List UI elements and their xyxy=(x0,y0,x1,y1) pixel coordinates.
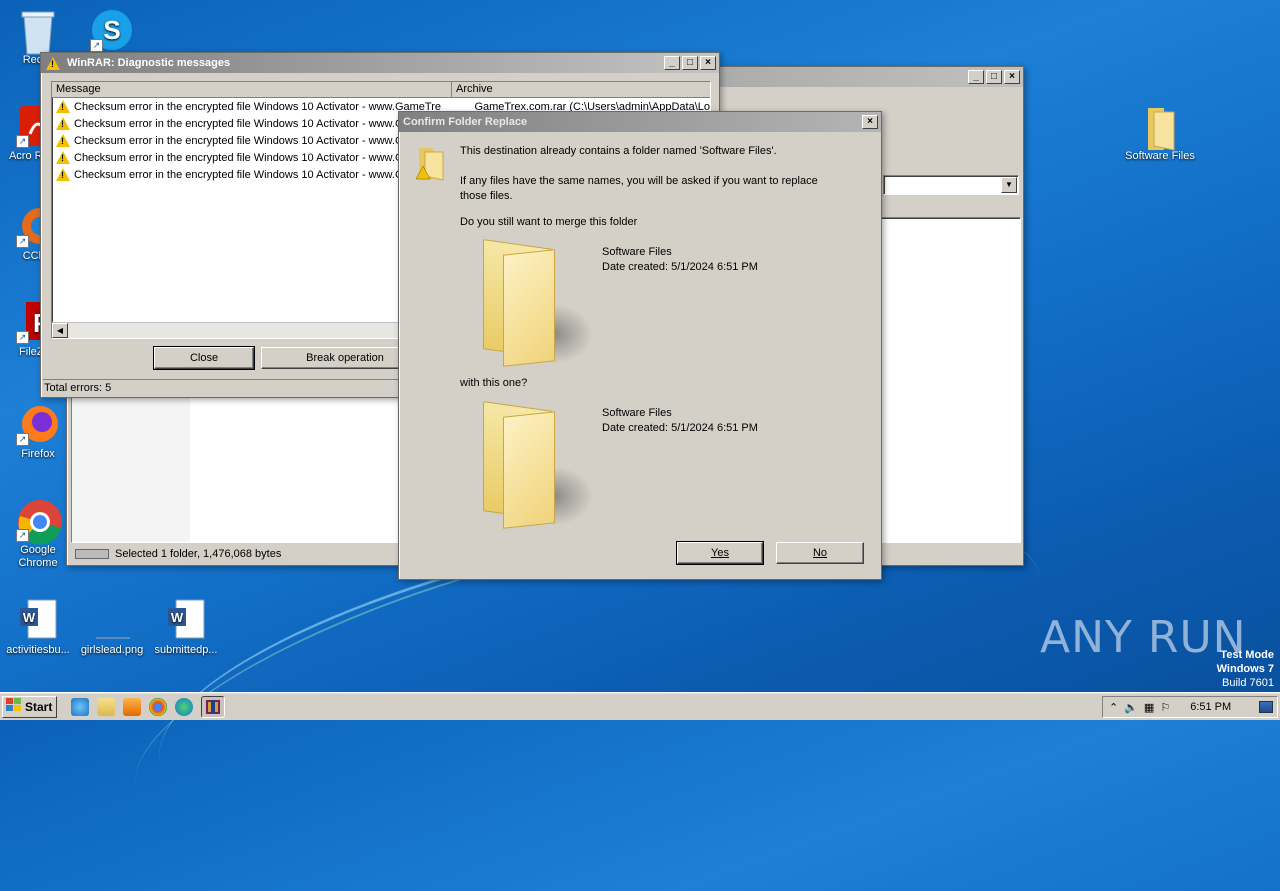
folder-warning-icon xyxy=(413,144,449,184)
test-mode-line: Test Mode xyxy=(1220,649,1274,661)
edge-icon[interactable] xyxy=(175,697,194,716)
test-mode-line: Windows 7 xyxy=(1216,663,1274,675)
drive-icon xyxy=(75,549,109,559)
close-button[interactable]: × xyxy=(1004,70,1020,84)
start-button[interactable]: Start xyxy=(2,695,58,718)
warning-icon xyxy=(56,151,70,164)
warning-icon xyxy=(56,134,70,147)
desktop-icon-chrome[interactable]: ↗ Google Chrome xyxy=(0,498,76,570)
recycle-bin-icon xyxy=(16,8,60,55)
desktop-icon-label: submittedp... xyxy=(154,644,218,656)
no-button[interactable]: No xyxy=(776,542,864,564)
message-line: If any files have the same names, you wi… xyxy=(460,175,818,187)
dialog-title: Confirm Folder Replace xyxy=(403,116,528,128)
window-title: WinRAR: Diagnostic messages xyxy=(67,57,231,69)
firefox-icon: ↗ xyxy=(16,402,60,446)
anyrun-watermark: ANY RUN xyxy=(1040,612,1247,663)
address-combobox[interactable]: ▼ xyxy=(883,175,1019,195)
clock[interactable]: 6:51 PM xyxy=(1190,701,1231,713)
svg-text:W: W xyxy=(23,610,36,625)
message-text: Checksum error in the encrypted file Win… xyxy=(74,100,442,113)
incoming-folder-name: Software Files xyxy=(602,407,672,419)
media-player-icon[interactable] xyxy=(123,697,142,716)
chrome-icon: ↗ xyxy=(16,498,62,545)
desktop-icon-label: girlslead.png xyxy=(80,644,144,656)
diagnostic-titlebar[interactable]: WinRAR: Diagnostic messages _ □ × xyxy=(41,53,719,73)
word-document-icon: W xyxy=(16,598,60,642)
chrome-icon[interactable] xyxy=(149,697,168,716)
with-label: with this one? xyxy=(460,377,528,389)
winrar-taskbar-button[interactable] xyxy=(201,695,226,718)
test-mode-line: Build 7601 xyxy=(1222,677,1274,689)
warning-icon xyxy=(56,168,70,181)
maximize-button[interactable]: □ xyxy=(682,56,698,70)
desktop-icon-label: activitiesbu... xyxy=(6,644,70,656)
existing-folder-date: Date created: 5/1/2024 6:51 PM xyxy=(602,261,758,273)
incoming-folder-date: Date created: 5/1/2024 6:51 PM xyxy=(602,422,758,434)
word-document-icon: W xyxy=(164,598,208,642)
existing-folder-name: Software Files xyxy=(602,246,672,258)
desktop-icon-label: Google Chrome xyxy=(18,544,58,569)
dialog-titlebar[interactable]: Confirm Folder Replace × xyxy=(399,112,881,132)
list-header: Message Archive xyxy=(52,82,710,98)
warning-icon xyxy=(56,100,70,113)
window-controls: _ □ × xyxy=(968,70,1020,84)
folder-icon xyxy=(1138,104,1182,151)
message-text: Checksum error in the encrypted file Win… xyxy=(74,168,404,181)
svg-text:S: S xyxy=(103,15,120,45)
message-text: Checksum error in the encrypted file Win… xyxy=(74,134,404,147)
message-text: Checksum error in the encrypted file Win… xyxy=(74,117,404,130)
close-dialog-button[interactable]: Close xyxy=(153,346,255,370)
network-icon[interactable]: ▦ xyxy=(1144,701,1154,714)
folder-icon xyxy=(483,239,593,367)
svg-text:W: W xyxy=(171,610,184,625)
show-hidden-icons-icon[interactable]: ⌃ xyxy=(1109,701,1118,714)
confirm-folder-replace-dialog: Confirm Folder Replace × This destinatio… xyxy=(398,111,882,580)
chevron-down-icon[interactable]: ▼ xyxy=(1001,177,1017,193)
speaker-icon[interactable]: 🔈 xyxy=(1124,701,1138,714)
image-file-icon xyxy=(90,598,134,642)
window-controls: × xyxy=(862,115,878,129)
show-desktop-button[interactable] xyxy=(1259,701,1273,713)
scroll-left-icon[interactable]: ◀ xyxy=(52,323,68,338)
action-center-flag-icon[interactable]: ⚐ xyxy=(1160,701,1170,714)
message-line: Do you still want to merge this folder xyxy=(460,216,638,228)
internet-explorer-icon[interactable] xyxy=(71,697,90,716)
window-controls: _ □ × xyxy=(664,56,716,70)
message-line: This destination already contains a fold… xyxy=(460,145,777,157)
message-text: Checksum error in the encrypted file Win… xyxy=(74,151,404,164)
column-header-message[interactable]: Message xyxy=(52,82,452,97)
desktop-icon-skype[interactable]: S ↗ xyxy=(74,8,150,54)
warning-icon xyxy=(56,117,70,130)
desktop-icon-document[interactable]: W submittedp... xyxy=(148,598,224,657)
start-label: Start xyxy=(25,699,53,714)
message-line: those files. xyxy=(460,190,513,202)
minimize-button[interactable]: _ xyxy=(968,70,984,84)
column-header-archive[interactable]: Archive xyxy=(452,82,710,97)
test-mode-notice: Test Mode Windows 7 Build 7601 xyxy=(1217,648,1274,690)
close-button[interactable]: × xyxy=(862,115,878,129)
windows-logo-icon xyxy=(6,698,22,715)
system-tray: ⌃ 🔈 ▦ ⚐ 6:51 PM xyxy=(1102,696,1278,718)
status-text: Selected 1 folder, 1,476,068 bytes xyxy=(115,548,282,560)
warning-icon xyxy=(46,56,60,70)
desktop-icon-label: Firefox xyxy=(21,448,55,460)
taskbar: Start ⌃ 🔈 ▦ ⚐ 6:51 PM xyxy=(0,692,1280,720)
desktop-icon-firefox[interactable]: ↗ Firefox xyxy=(0,402,76,461)
tree-pane xyxy=(72,398,190,542)
skype-icon: S ↗ xyxy=(90,8,134,52)
yes-button[interactable]: Yes xyxy=(676,541,764,565)
minimize-button[interactable]: _ xyxy=(664,56,680,70)
maximize-button[interactable]: □ xyxy=(986,70,1002,84)
desktop-icon-software-files[interactable]: Software Files xyxy=(1122,104,1198,163)
desktop-icon-image[interactable]: girlslead.png xyxy=(74,598,150,657)
folder-icon xyxy=(483,401,593,529)
desktop-icon-document[interactable]: W activitiesbu... xyxy=(0,598,76,657)
file-explorer-icon[interactable] xyxy=(97,697,116,716)
close-button[interactable]: × xyxy=(700,56,716,70)
